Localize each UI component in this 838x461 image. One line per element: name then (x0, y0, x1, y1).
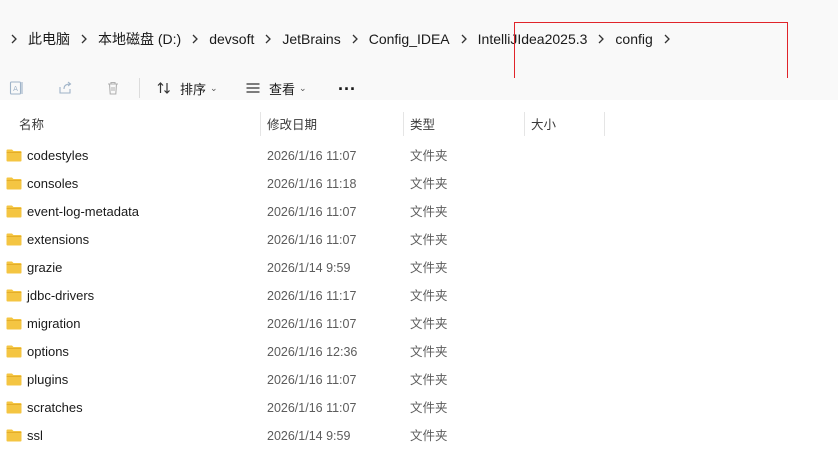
file-modified: 2026/1/16 11:07 (267, 317, 357, 331)
rename-icon[interactable]: A (7, 78, 27, 98)
file-name: consoles (27, 176, 79, 191)
file-type: 文件夹 (410, 429, 448, 443)
svg-text:A: A (13, 85, 18, 93)
chevron-down-icon: ⌄ (210, 82, 218, 93)
file-type: 文件夹 (410, 205, 448, 219)
file-modified: 2026/1/16 12:36 (267, 345, 358, 359)
file-type: 文件夹 (410, 233, 448, 247)
file-row[interactable]: scratches 2026/1/16 11:07 文件夹 (0, 394, 838, 422)
column-divider[interactable] (524, 112, 525, 136)
column-header-name[interactable]: 名称 (19, 108, 44, 138)
file-modified: 2026/1/16 11:18 (267, 177, 357, 191)
column-header-size[interactable]: 大小 (531, 108, 556, 138)
folder-icon (6, 317, 22, 330)
view-label: 查看 (269, 81, 296, 97)
file-row[interactable]: ssl 2026/1/14 9:59 文件夹 (0, 422, 838, 450)
file-row[interactable]: options 2026/1/16 12:36 文件夹 (0, 338, 838, 366)
column-divider[interactable] (260, 112, 261, 136)
file-row[interactable]: codestyles 2026/1/16 11:07 文件夹 (0, 142, 838, 170)
file-name: extensions (27, 232, 90, 247)
file-name: codestyles (27, 148, 89, 163)
folder-icon (6, 429, 22, 442)
folder-icon (6, 205, 22, 218)
breadcrumb-item-this-pc[interactable]: 此电脑 (28, 29, 70, 49)
toolbar-divider (139, 78, 140, 98)
file-type: 文件夹 (410, 289, 448, 303)
column-divider[interactable] (604, 112, 605, 136)
file-modified: 2026/1/16 11:07 (267, 205, 357, 219)
file-row[interactable]: migration 2026/1/16 11:07 文件夹 (0, 310, 838, 338)
file-name: migration (27, 316, 81, 331)
share-icon[interactable] (55, 78, 75, 98)
folder-icon (6, 177, 22, 190)
file-name: scratches (27, 400, 83, 415)
file-type: 文件夹 (410, 177, 448, 191)
address-bar: 此电脑 本地磁盘 (D:) devsoft JetBrains Config_I… (0, 0, 838, 79)
file-modified: 2026/1/16 11:07 (267, 373, 357, 387)
folder-icon (6, 345, 22, 358)
breadcrumb-item-devsoft[interactable]: devsoft (209, 31, 254, 47)
folder-icon (6, 289, 22, 302)
file-name: options (27, 344, 69, 359)
file-row[interactable]: event-log-metadata 2026/1/16 11:07 文件夹 (0, 198, 838, 226)
file-type: 文件夹 (410, 373, 448, 387)
chevron-right-icon[interactable] (341, 34, 369, 44)
more-options-button[interactable]: ... (338, 74, 356, 94)
chevron-right-icon[interactable] (70, 34, 98, 44)
file-list: codestyles 2026/1/16 11:07 文件夹 consoles … (0, 142, 838, 450)
column-divider[interactable] (403, 112, 404, 136)
folder-icon (6, 373, 22, 386)
chevron-right-icon[interactable] (450, 34, 478, 44)
command-bar: A 排序 ⌄ 查看 ⌄ ... (0, 74, 838, 100)
file-modified: 2026/1/16 11:07 (267, 233, 357, 247)
column-header-type[interactable]: 类型 (410, 108, 435, 138)
folder-icon (6, 149, 22, 162)
file-name: ssl (27, 428, 43, 443)
file-modified: 2026/1/16 11:07 (267, 401, 357, 415)
file-type: 文件夹 (410, 401, 448, 415)
sort-label: 排序 (180, 81, 207, 97)
chevron-right-icon[interactable] (181, 34, 209, 44)
view-button[interactable]: 查看 ⌄ (245, 78, 307, 98)
file-modified: 2026/1/16 11:17 (267, 289, 357, 303)
file-type: 文件夹 (410, 345, 448, 359)
view-list-icon (246, 83, 260, 93)
file-row[interactable]: jdbc-drivers 2026/1/16 11:17 文件夹 (0, 282, 838, 310)
column-header-modified[interactable]: 修改日期 (267, 108, 317, 138)
folder-icon (6, 233, 22, 246)
file-row[interactable]: grazie 2026/1/14 9:59 文件夹 (0, 254, 838, 282)
file-type: 文件夹 (410, 149, 448, 163)
breadcrumb-item-local-disk[interactable]: 本地磁盘 (D:) (98, 29, 181, 49)
sort-icon (157, 82, 170, 94)
breadcrumb-item-config-idea[interactable]: Config_IDEA (369, 31, 450, 47)
file-name: event-log-metadata (27, 204, 140, 219)
folder-icon (6, 261, 22, 274)
chevron-down-icon: ⌄ (299, 82, 307, 93)
folder-icon (6, 401, 22, 414)
column-header-row: 名称 修改日期 类型 大小 (0, 108, 838, 138)
file-row[interactable]: extensions 2026/1/16 11:07 文件夹 (0, 226, 838, 254)
file-row[interactable]: consoles 2026/1/16 11:18 文件夹 (0, 170, 838, 198)
file-name: plugins (27, 372, 69, 387)
file-type: 文件夹 (410, 317, 448, 331)
highlight-annotation-box (514, 22, 788, 79)
file-modified: 2026/1/16 11:07 (267, 149, 357, 163)
chevron-right-icon[interactable] (0, 34, 28, 44)
file-modified: 2026/1/14 9:59 (267, 429, 351, 443)
delete-icon[interactable] (103, 78, 123, 98)
file-name: jdbc-drivers (27, 288, 95, 303)
file-type: 文件夹 (410, 261, 448, 275)
sort-button[interactable]: 排序 ⌄ (156, 78, 218, 98)
file-name: grazie (27, 260, 63, 275)
chevron-right-icon[interactable] (254, 34, 282, 44)
breadcrumb-item-jetbrains[interactable]: JetBrains (282, 31, 340, 47)
file-row[interactable]: plugins 2026/1/16 11:07 文件夹 (0, 366, 838, 394)
file-modified: 2026/1/14 9:59 (267, 261, 351, 275)
